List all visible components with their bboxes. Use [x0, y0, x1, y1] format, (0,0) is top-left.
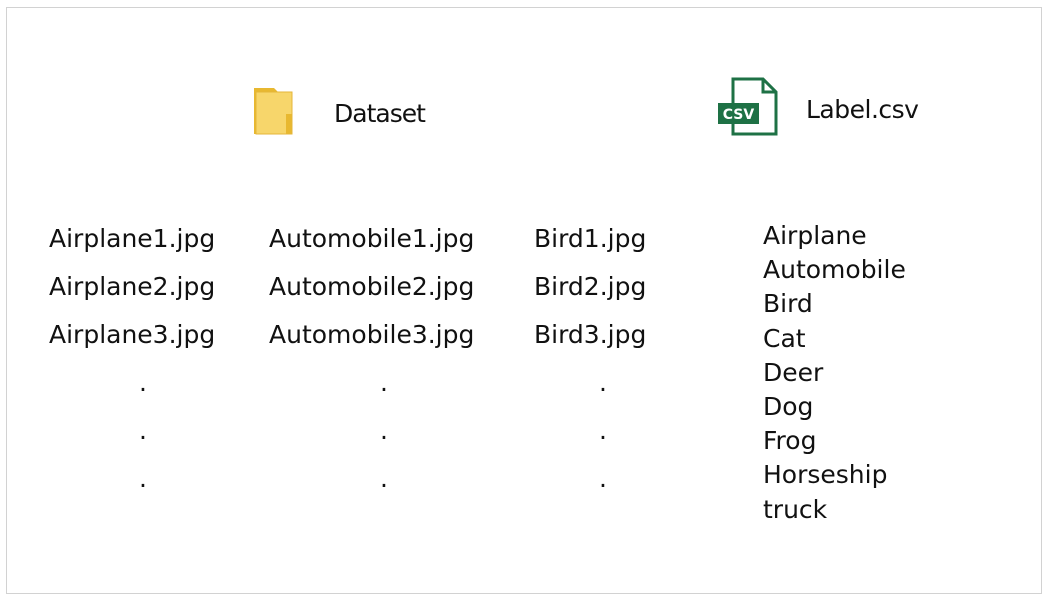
file-name[interactable]: Bird2.jpg [534, 263, 646, 311]
file-name[interactable]: Automobile3.jpg [269, 311, 474, 359]
label-csv-file[interactable]: CSV Label.csv [717, 76, 919, 142]
file-name[interactable]: Automobile1.jpg [269, 215, 474, 263]
dataset-label: Dataset [334, 98, 426, 128]
continuation-dot: . [380, 464, 388, 493]
continuation-dot: . [380, 416, 388, 445]
csv-file-icon: CSV [717, 76, 779, 142]
continuation-dot: . [139, 416, 147, 445]
diagram-frame: Dataset CSV Label.csv Airplane1.jpg Airp… [6, 7, 1042, 594]
dataset-folder[interactable]: Dataset [252, 86, 426, 140]
label-item: Cat [763, 323, 806, 353]
label-item: Automobile [763, 255, 906, 285]
file-name[interactable]: Bird1.jpg [534, 215, 646, 263]
continuation-dot: . [139, 368, 147, 397]
continuation-dot: . [599, 416, 607, 445]
file-name[interactable]: Bird3.jpg [534, 311, 646, 359]
airplane-files-column: Airplane1.jpg Airplane2.jpg Airplane3.jp… [49, 215, 215, 503]
file-name[interactable]: Airplane2.jpg [49, 263, 215, 311]
file-name[interactable]: Airplane1.jpg [49, 215, 215, 263]
continuation-dot: . [139, 464, 147, 493]
folder-icon [252, 86, 294, 140]
csv-badge-text: CSV [723, 107, 755, 123]
label-item: Deer [763, 357, 824, 387]
label-item: Dog [763, 392, 814, 422]
csv-labels-list: Airplane Automobile Bird Cat Deer Dog Fr… [763, 219, 906, 527]
file-name[interactable]: Automobile2.jpg [269, 263, 474, 311]
continuation-dot: . [599, 368, 607, 397]
continuation-dot: . [380, 368, 388, 397]
label-csv-name: Label.csv [806, 94, 919, 124]
label-item: Bird [763, 289, 813, 319]
label-item: Horseship [763, 460, 888, 490]
label-item: Frog [763, 426, 817, 456]
label-item: truck [763, 494, 828, 524]
continuation-dot: . [599, 464, 607, 493]
automobile-files-column: Automobile1.jpg Automobile2.jpg Automobi… [269, 215, 474, 503]
label-item: Airplane [763, 221, 867, 250]
file-name[interactable]: Airplane3.jpg [49, 311, 215, 359]
bird-files-column: Bird1.jpg Bird2.jpg Bird3.jpg . . . [534, 215, 646, 503]
